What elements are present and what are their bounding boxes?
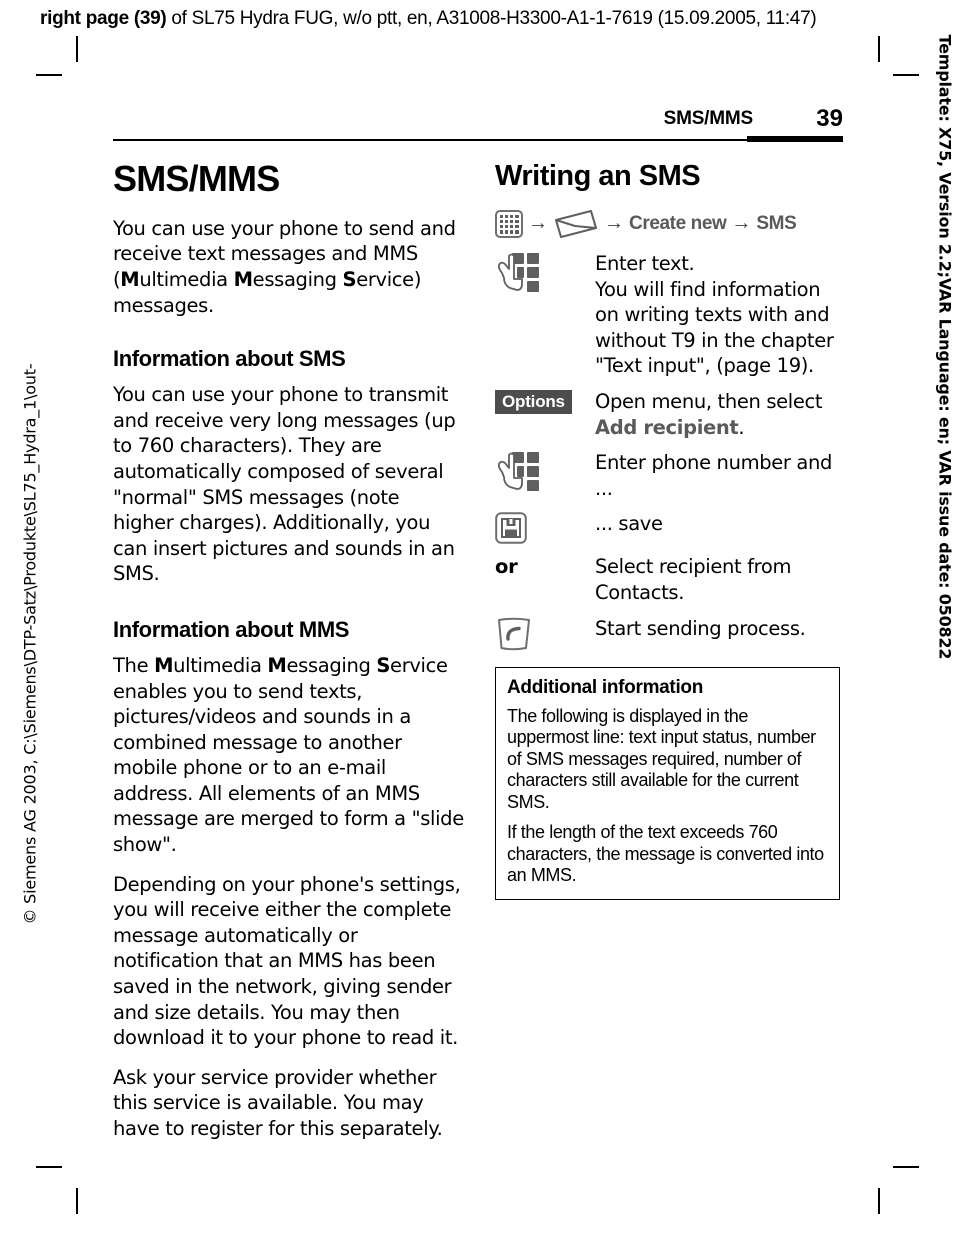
step-enter-phone-number: Enter phone number and ...: [495, 450, 847, 501]
step-text-start-sending: Start sending process.: [595, 616, 806, 640]
mms-bold-s: S: [376, 653, 391, 677]
additional-information-paragraph-2: If the length of the text exceeds 760 ch…: [507, 822, 824, 886]
additional-information-heading: Additional information: [507, 676, 704, 698]
crop-mark-bottom-right-horizontal: [893, 1166, 919, 1168]
menu-item-add-recipient[interactable]: Add recipient: [595, 416, 739, 439]
mms-text-3: essaging: [286, 653, 377, 677]
additional-information-box: Additional information The following is …: [495, 666, 840, 900]
side-note-left-copyright-path: © Siemens AG 2003, C:\Siemens\DTP-Satz\P…: [20, 363, 40, 925]
intro-bold-m1: M: [120, 267, 140, 291]
mms-text-1: The: [113, 653, 155, 677]
running-head: SMS/MMS 39: [113, 105, 843, 144]
step-text-save: ... save: [595, 512, 663, 536]
call-key-icon[interactable]: [495, 617, 533, 651]
mms-text-4: ervice enables you to send texts, pictur…: [113, 653, 464, 857]
running-head-rule-thin: [113, 139, 747, 141]
crop-mark-bottom-left-vertical: [76, 1188, 78, 1214]
keypad-hand-icon[interactable]: [495, 451, 541, 495]
heading-information-about-sms: Information about SMS: [113, 346, 346, 372]
job-ticket-page-label: right page (39): [40, 8, 167, 29]
paragraph-about-mms-2: Depending on your phone's settings, you …: [113, 872, 461, 1050]
paragraph-about-mms-3: Ask your service provider whether this s…: [113, 1065, 443, 1141]
additional-information-paragraph-1: The following is displayed in the upperm…: [507, 705, 816, 812]
envelope-icon[interactable]: [553, 209, 599, 239]
step-text-enter-text: Enter text. You will find information on…: [595, 252, 834, 378]
paragraph-about-sms: You can use your phone to transmit and r…: [113, 383, 456, 586]
chapter-title: SMS/MMS: [113, 158, 280, 199]
save-floppy-icon[interactable]: [495, 512, 527, 545]
menu-path-breadcrumb: → → Create new → SMS: [495, 207, 847, 241]
intro-bold-m2: M: [233, 267, 253, 291]
step-key-cell: [495, 450, 595, 495]
job-ticket-details: of SL75 Hydra FUG, w/o ptt, en, A31008-H…: [166, 8, 817, 29]
step-enter-text: Enter text. You will find information on…: [495, 251, 847, 379]
keypad-hand-icon[interactable]: [495, 252, 541, 296]
step-text-select-recipient: Select recipient from Contacts.: [595, 555, 792, 604]
crop-mark-top-left-horizontal: [36, 74, 62, 76]
breadcrumb-item-create-new[interactable]: Create new: [629, 213, 727, 235]
crop-mark-bottom-right-vertical: [878, 1188, 880, 1214]
breadcrumb-arrow-icon-1: →: [528, 212, 548, 234]
heading-information-about-mms: Information about MMS: [113, 616, 350, 642]
mms-bold-m2: M: [267, 653, 287, 677]
breadcrumb-item-sms[interactable]: SMS: [756, 213, 796, 235]
intro-bold-s: S: [342, 267, 357, 291]
step-key-cell: [495, 511, 595, 545]
side-note-right-template-info: Template: X75, Version 2.2;VAR Language:…: [935, 34, 954, 660]
menu-grid-icon[interactable]: [495, 210, 523, 238]
intro-text-2: ultimedia: [139, 267, 234, 291]
step-text-open-menu: Open menu, then select Add recipient.: [595, 389, 847, 440]
breadcrumb-arrow-icon-2: →: [604, 212, 624, 234]
step-key-cell: Options: [495, 389, 595, 414]
heading-writing-an-sms: Writing an SMS: [495, 160, 701, 192]
step-text-enter-phone-number: Enter phone number and ...: [595, 451, 833, 500]
crop-mark-bottom-left-horizontal: [36, 1166, 62, 1168]
step-text-open-menu-prefix: Open menu, then select: [595, 389, 823, 413]
mms-bold-m1: M: [154, 653, 174, 677]
options-softkey-button[interactable]: Options: [495, 389, 572, 414]
intro-paragraph: You can use your phone to send and recei…: [113, 216, 465, 318]
left-column: SMS/MMS You can use your phone to send a…: [113, 160, 465, 1142]
crop-mark-top-right-horizontal: [893, 74, 919, 76]
intro-text-3: essaging: [252, 267, 343, 291]
breadcrumb-arrow-icon-3: →: [731, 212, 752, 234]
job-ticket-line: right page (39) of SL75 Hydra FUG, w/o p…: [40, 8, 817, 30]
instruction-step-list: Enter text. You will find information on…: [495, 251, 847, 651]
running-head-rule-thick: [747, 136, 843, 142]
page-number: 39: [816, 105, 843, 132]
step-save: ... save: [495, 511, 847, 545]
step-text-open-menu-suffix: .: [738, 415, 745, 439]
running-head-title: SMS/MMS: [663, 108, 754, 129]
crop-mark-top-right-vertical: [878, 36, 880, 62]
step-start-sending: Start sending process.: [495, 616, 847, 651]
step-select-recipient-from-contacts: or Select recipient from Contacts.: [495, 554, 847, 605]
step-key-cell: [495, 251, 595, 296]
right-column: Writing an SMS → → Create new → SMS Ente…: [495, 160, 847, 900]
mms-text-2: ultimedia: [173, 653, 268, 677]
step-key-cell: or: [495, 554, 595, 578]
crop-mark-top-left-vertical: [76, 36, 78, 62]
step-key-cell: [495, 616, 595, 651]
step-open-menu-add-recipient: Options Open menu, then select Add recip…: [495, 389, 847, 440]
paragraph-about-mms-1: The Multimedia Messaging Service enables…: [113, 653, 465, 858]
or-label: or: [495, 555, 518, 579]
